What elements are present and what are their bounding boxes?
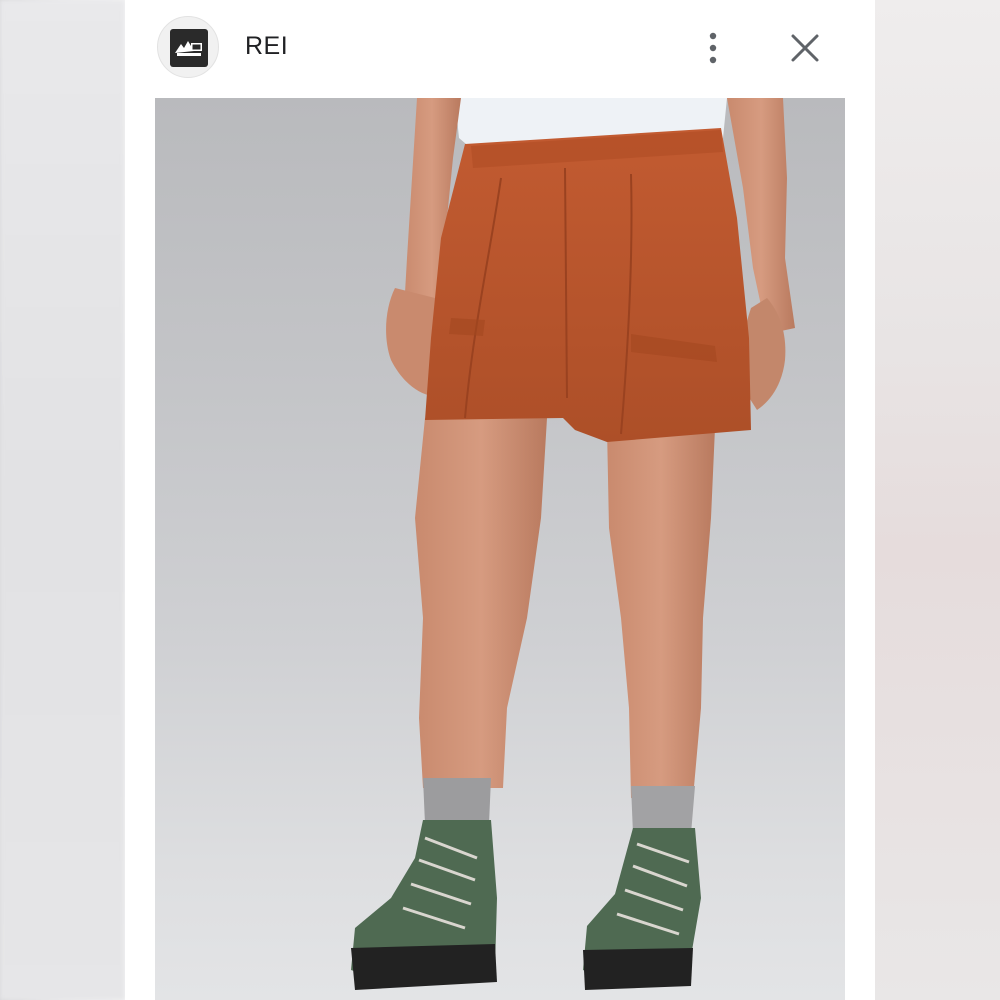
- rei-logo-icon: [170, 29, 208, 67]
- viewer-header: REI: [125, 0, 875, 98]
- site-logo[interactable]: [157, 16, 219, 78]
- right-leg: [607, 428, 715, 798]
- right-sock: [631, 786, 695, 834]
- more-options-button[interactable]: [695, 28, 735, 68]
- left-leg: [415, 418, 547, 788]
- background-right-blur: [875, 0, 1000, 1000]
- close-icon: [791, 34, 819, 62]
- close-button[interactable]: [785, 28, 827, 70]
- more-vert-icon: [709, 32, 717, 64]
- background-left-blur: [0, 0, 125, 1000]
- left-sock: [423, 778, 491, 824]
- site-name[interactable]: REI: [245, 32, 288, 61]
- shorts: [425, 128, 751, 442]
- image-viewer-card: REI: [125, 0, 875, 1000]
- product-photo[interactable]: [155, 98, 845, 1000]
